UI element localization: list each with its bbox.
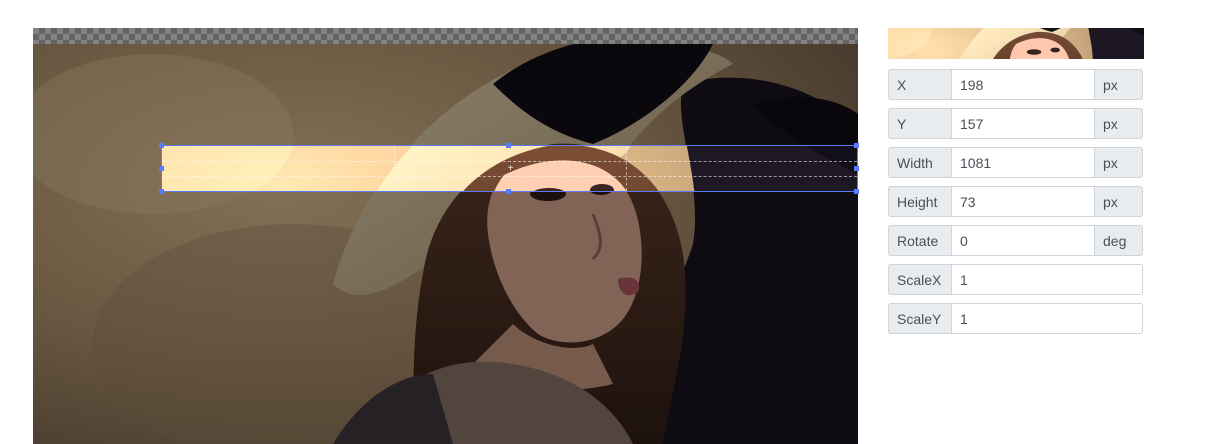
crop-scaley-row: ScaleY 1 [888,303,1143,334]
crop-height-row: Height 73 px [888,186,1143,217]
rotate-label: Rotate [888,225,952,256]
crop-view-image [162,146,857,191]
width-label: Width [888,147,952,178]
crop-handle-e[interactable] [854,166,859,171]
y-unit: px [1095,108,1143,139]
width-input[interactable]: 1081 [952,147,1095,178]
scalex-label: ScaleX [888,264,952,295]
x-unit: px [1095,69,1143,100]
x-input[interactable]: 198 [952,69,1095,100]
height-input[interactable]: 73 [952,186,1095,217]
crop-width-row: Width 1081 px [888,147,1143,178]
crop-handle-s[interactable] [506,189,511,194]
y-input[interactable]: 157 [952,108,1095,139]
crop-handle-nw[interactable] [159,143,164,148]
rotate-unit: deg [1095,225,1143,256]
crop-handle-se[interactable] [854,189,859,194]
x-label: X [888,69,952,100]
scaley-input[interactable]: 1 [952,303,1143,334]
crop-handle-sw[interactable] [159,189,164,194]
crop-guide-line [162,176,857,177]
crop-guide-line [394,146,395,191]
crop-center-icon: + [507,163,514,174]
crop-guide-line [626,146,627,191]
crop-y-row: Y 157 px [888,108,1143,139]
height-unit: px [1095,186,1143,217]
crop-preview [888,28,1144,59]
image-editor-canvas[interactable] [33,28,858,444]
source-image [33,44,858,444]
y-label: Y [888,108,952,139]
width-unit: px [1095,147,1143,178]
crop-handle-ne[interactable] [854,143,859,148]
crop-x-row: X 198 px [888,69,1143,100]
rotate-input[interactable]: 0 [952,225,1095,256]
crop-rotate-row: Rotate 0 deg [888,225,1143,256]
crop-box[interactable]: + [161,145,858,192]
crop-handle-w[interactable] [159,166,164,171]
crop-handle-n[interactable] [506,143,511,148]
crop-data-form: X 198 px Y 157 px Width 1081 px Height 7… [888,69,1143,342]
scalex-input[interactable]: 1 [952,264,1143,295]
crop-scalex-row: ScaleX 1 [888,264,1143,295]
scaley-label: ScaleY [888,303,952,334]
height-label: Height [888,186,952,217]
crop-guide-line [162,161,857,162]
